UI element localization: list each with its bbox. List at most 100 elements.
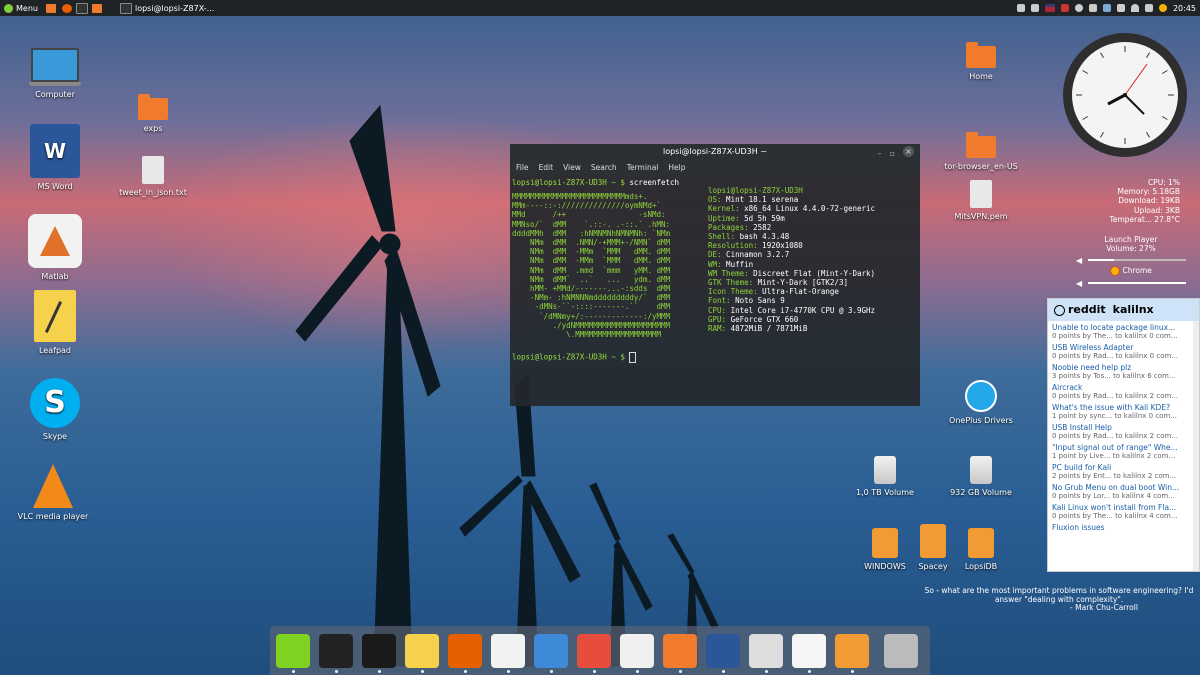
reddit-post[interactable]: "Input signal out of range" Whe... 1 poin… [1048,441,1199,461]
desktop-icon-exps[interactable]: exps [108,94,198,133]
system-monitor-app-icon[interactable] [319,634,353,668]
reddit-post[interactable]: PC build for Kali 2 points by Ent... to k… [1048,461,1199,481]
menu-button[interactable]: Menu [0,0,42,16]
desktop-icon-leafpad[interactable]: Leafpad [10,290,100,355]
desktop-icon-computer[interactable]: Computer [10,48,100,99]
reddit-post-title[interactable]: "Input signal out of range" Whe... [1052,443,1195,452]
reddit-post-title[interactable]: No Grub Menu on dual boot Win... [1052,483,1195,492]
terminal-app-icon[interactable] [362,634,396,668]
reddit-post[interactable]: USB Install Help 0 points by Rad... to ka… [1048,421,1199,441]
acrobat-app-icon[interactable] [792,634,826,668]
vpn-shield-icon[interactable] [1102,4,1111,12]
desktop-icon-home[interactable]: Home [936,42,1026,81]
taskbar-window-terminal[interactable]: lopsi@lopsi-Z87X-... [116,0,218,16]
reddit-post[interactable]: Fluxion issues [1048,521,1199,533]
running-indicator [335,670,338,673]
terminal-window-icon [119,2,132,14]
printer-icon[interactable] [1030,4,1039,12]
maximize-icon[interactable]: ▫ [890,146,895,162]
info-value: Noto Sans 9 [730,296,785,306]
menu-search[interactable]: Search [591,160,617,176]
matlab-app-icon[interactable] [620,634,654,668]
minimize-icon[interactable]: – [878,146,882,162]
terminal-launcher-icon[interactable] [75,2,88,14]
chrome-tray-icon[interactable] [1158,4,1167,12]
reddit-post-title[interactable]: Kali Linux won't install from Fla... [1052,503,1195,512]
clock-face [1072,42,1178,148]
notifications-icon[interactable] [1016,4,1025,12]
launch-player-button[interactable]: Launch Player [1076,235,1186,244]
reddit-post-title[interactable]: USB Install Help [1052,423,1195,432]
word-app-icon[interactable] [706,634,740,668]
info-value: 1920x1080 [757,241,803,251]
bluetooth-icon[interactable] [1116,4,1125,12]
info-value: x86_64 Linux 4.4.0-72-generic [739,204,876,214]
update-icon[interactable] [1074,4,1083,12]
close-icon[interactable]: × [903,146,914,157]
running-indicator [464,670,467,673]
reddit-post-title[interactable]: PC build for Kali [1052,463,1195,472]
info-key: WM Theme: [708,268,749,278]
menu-help[interactable]: Help [668,160,685,176]
desktop-icon-vlc[interactable]: VLC media player [8,464,98,521]
reddit-post[interactable]: What's the issue with Kali KDE? 1 point b… [1048,401,1199,421]
reddit-post[interactable]: No Grub Menu on dual boot Win... 0 points… [1048,481,1199,501]
desktop-icon-tweet-file[interactable]: tweet_in_json.txt [108,156,198,197]
reddit-scrollbar[interactable] [1193,321,1199,571]
files-launcher-icon[interactable] [91,3,102,13]
calculator-app-icon[interactable] [749,634,783,668]
reddit-post-title[interactable]: USB Wireless Adapter [1052,343,1195,352]
leafpad-app-icon[interactable] [405,634,439,668]
terminal-output[interactable]: lopsi@lopsi-Z87X-UD3H ~ $ screenfetch MM… [512,178,916,363]
panel-clock[interactable]: 20:45 [1173,4,1196,13]
volume-slider[interactable]: ◀ [1076,256,1186,265]
menu-view[interactable]: View [563,160,581,176]
chrome-volume-slider[interactable]: ◀ [1076,279,1186,288]
flag-us-icon[interactable] [1044,4,1055,12]
desktop-icon-932gb-volume[interactable]: 932 GB Volume [936,456,1026,497]
reddit-post[interactable]: Kali Linux won't install from Fla... 0 po… [1048,501,1199,521]
desktop-icon-lopsidb[interactable]: LopsiDB [936,528,1026,571]
terminal-window[interactable]: lopsi@lopsi-Z87X-UD3H ~ – ▫ × File Edit … [510,144,920,406]
desktop-icon-oneplus-drivers[interactable]: OnePlus Drivers [936,380,1026,425]
notes-app-icon[interactable] [534,634,568,668]
menu-file[interactable]: File [516,160,529,176]
firefox-launcher-icon[interactable] [61,3,72,13]
desktop-icon-ms-word[interactable]: W MS Word [10,124,100,191]
running-indicator [593,670,596,673]
desktop-icon-tor-browser[interactable]: tor-browser_en-US [936,132,1026,171]
desktop-icon-1tb-volume[interactable]: 1,0 TB Volume [840,456,930,497]
reddit-post[interactable]: Aircrack 0 points by Rad... to kalilnx 2 … [1048,381,1199,401]
folder-app-icon[interactable] [663,634,697,668]
reddit-post-meta: 1 point by sync... to kalilnx 0 com... [1052,412,1177,420]
reddit-post[interactable]: Noobie need help plz 3 points by Tos... t… [1048,361,1199,381]
picasa-app-icon[interactable] [577,634,611,668]
display-icon[interactable] [1144,4,1153,12]
reddit-post[interactable]: USB Wireless Adapter 0 points by Rad... t… [1048,341,1199,361]
chrome-app-icon[interactable] [491,634,525,668]
desktop-icon-skype[interactable]: S Skype [10,378,100,441]
reddit-post-title[interactable]: Aircrack [1052,383,1195,392]
reddit-post-title[interactable]: What's the issue with Kali KDE? [1052,403,1195,412]
menu-edit[interactable]: Edit [539,160,554,176]
trash-app-icon[interactable] [884,634,918,668]
anchor-app-icon[interactable] [276,634,310,668]
terminal-titlebar[interactable]: lopsi@lopsi-Z87X-UD3H ~ – ▫ × [510,144,920,160]
reddit-post[interactable]: Unable to locate package linux... 0 point… [1048,321,1199,341]
messaging-icon[interactable] [1088,4,1097,12]
desktop-icon-mitsvpn[interactable]: MitsVPN.pem [936,180,1026,221]
desktop-icon-label: 932 GB Volume [950,488,1012,497]
wifi-icon[interactable] [1130,4,1139,12]
reddit-post-title[interactable]: Unable to locate package linux... [1052,323,1195,332]
desktop-icon-matlab[interactable]: Matlab [10,214,100,281]
reddit-post-title[interactable]: Fluxion issues [1052,523,1195,532]
files-app-icon[interactable] [835,634,869,668]
system-monitor-desklet: CPU: 1% Memory: 5.18GB Download: 19KB Up… [1060,178,1180,224]
power-icon[interactable] [1060,4,1069,12]
reddit-desklet[interactable]: reddit kalilnx Unable to locate package … [1047,298,1200,572]
ms-word-icon: W [30,124,80,178]
folder-launcher-icon[interactable] [45,3,56,13]
reddit-post-title[interactable]: Noobie need help plz [1052,363,1195,372]
firefox-app-icon[interactable] [448,634,482,668]
menu-terminal[interactable]: Terminal [627,160,659,176]
